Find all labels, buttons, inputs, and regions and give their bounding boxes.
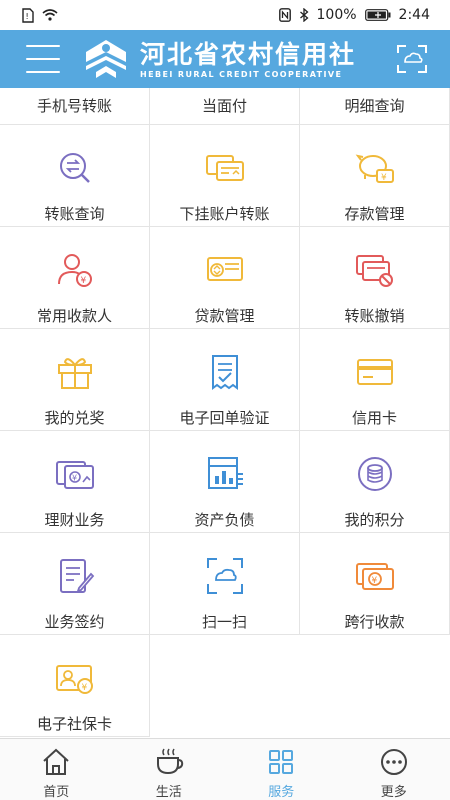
grid-item-label: 转账撤销 [344, 307, 405, 325]
grid-item-face-pay[interactable]: 当面付 [150, 88, 300, 125]
grid-item-my-points[interactable]: 我的积分 [300, 431, 450, 533]
tab-label: 更多 [380, 785, 407, 800]
transfer-cancel-icon [355, 255, 393, 287]
grid-item-label: 贷款管理 [194, 307, 255, 325]
svg-text:¥: ¥ [72, 474, 77, 483]
credit-card-icon [356, 359, 393, 385]
interbank-icon: ¥ [355, 563, 394, 590]
tab-label: 生活 [155, 785, 182, 800]
tab-label: 服务 [268, 785, 295, 800]
wealth-icon: ¥ [55, 461, 94, 489]
piggy-bank-icon: ¥ [355, 154, 394, 183]
points-icon [357, 457, 392, 491]
bottom-tab-bar: 首页 生活 服务 更多 [0, 738, 450, 800]
grid-item-label: 信用卡 [351, 409, 397, 427]
loan-card-icon [206, 257, 243, 281]
social-security-card-icon: ¥ [55, 665, 93, 694]
grid-item-frequent-payees[interactable]: ¥ 常用收款人 [0, 227, 150, 329]
bank-logo: 河北省农村信用社 HEBEI RURAL CREDIT COOPERATIVE [82, 38, 372, 82]
assets-chart-icon [207, 457, 243, 489]
transfer-search-icon [59, 153, 90, 183]
grid-item-label: 我的积分 [344, 511, 405, 529]
logo-text: 河北省农村信用社 HEBEI RURAL CREDIT COOPERATIVE [140, 39, 357, 80]
svg-text:!: ! [26, 12, 29, 21]
status-right: 100% 2:44 [278, 7, 430, 23]
grid-item-interbank-collection[interactable]: ¥ 跨行收款 [300, 533, 450, 635]
grid-item-transfer-cancel[interactable]: 转账撤销 [300, 227, 450, 329]
status-left: ! [22, 7, 58, 23]
menu-icon-line [26, 45, 60, 47]
scan-cloud-icon [206, 558, 243, 594]
grid-item-social-security-card[interactable]: ¥ 电子社保卡 [0, 635, 150, 737]
grid-item-linked-account-transfer[interactable]: 下挂账户转账 [150, 125, 300, 227]
grid-item-label: 扫一扫 [201, 613, 247, 631]
more-icon [380, 749, 407, 775]
menu-button[interactable] [26, 45, 60, 73]
grid-item-credit-card[interactable]: 信用卡 [300, 329, 450, 431]
grid-item-label: 当面付 [201, 97, 247, 115]
grid-item-label: 常用收款人 [36, 307, 112, 325]
payee-icon: ¥ [57, 254, 92, 287]
receipt-icon [211, 355, 238, 390]
gift-icon [57, 358, 92, 389]
grid-item-wealth-management[interactable]: ¥ 理财业务 [0, 431, 150, 533]
grid-item-my-rewards[interactable]: 我的兑奖 [0, 329, 150, 431]
grid-item-business-contract[interactable]: 业务签约 [0, 533, 150, 635]
sim-icon: ! [22, 7, 34, 23]
grid-item-e-receipt-verify[interactable]: 电子回单验证 [150, 329, 300, 431]
tab-home[interactable]: 首页 [0, 739, 113, 800]
logo-title-en: HEBEI RURAL CREDIT COOPERATIVE [140, 69, 343, 79]
grid-item-label: 理财业务 [44, 511, 105, 529]
service-icon [269, 750, 294, 774]
grid-item-label: 明细查询 [344, 97, 405, 115]
grid-item-scan[interactable]: 扫一扫 [150, 533, 300, 635]
menu-icon-line [26, 58, 60, 60]
status-bar: ! 100% 2:44 [0, 0, 450, 30]
svg-text:¥: ¥ [81, 683, 87, 693]
grid-item-label: 电子社保卡 [36, 715, 112, 733]
grid-item-phone-transfer[interactable]: 手机号转账 [0, 88, 150, 125]
scan-icon[interactable] [396, 44, 428, 74]
tab-more[interactable]: 更多 [338, 739, 450, 800]
grid-item-label: 跨行收款 [344, 613, 405, 631]
grid-item-detail-query[interactable]: 明细查询 [300, 88, 450, 125]
linked-cards-icon [205, 155, 244, 181]
app-header: 河北省农村信用社 HEBEI RURAL CREDIT COOPERATIVE [0, 30, 450, 88]
service-grid: 手机号转账 当面付 明细查询 转账查询 下挂账户转账 ¥ 存款管理 ¥ 常用收款… [0, 88, 450, 738]
grid-item-assets-liabilities[interactable]: 资产负债 [150, 431, 300, 533]
bluetooth-icon [299, 8, 309, 22]
grid-item-label: 资产负债 [194, 511, 255, 529]
grid-item-transfer-query[interactable]: 转账查询 [0, 125, 150, 227]
grid-item-loan-management[interactable]: 贷款管理 [150, 227, 300, 329]
clock: 2:44 [398, 7, 430, 23]
logo-title-cn: 河北省农村信用社 [140, 39, 357, 69]
wifi-icon [42, 9, 58, 21]
home-icon [43, 748, 69, 775]
menu-icon-line [26, 71, 60, 73]
coffee-icon [156, 748, 183, 775]
contract-icon [59, 559, 94, 593]
grid-item-label: 业务签约 [44, 613, 105, 631]
grid-item-label: 电子回单验证 [179, 409, 270, 427]
battery-icon [364, 9, 391, 21]
grid-item-label: 存款管理 [344, 205, 405, 223]
svg-text:¥: ¥ [381, 173, 387, 183]
tab-service[interactable]: 服务 [225, 739, 338, 800]
tab-label: 首页 [43, 785, 70, 800]
grid-item-label: 下挂账户转账 [179, 205, 270, 223]
svg-text:¥: ¥ [80, 276, 86, 286]
bank-logo-icon [86, 40, 126, 78]
nfc-icon [278, 8, 291, 22]
grid-item-label: 手机号转账 [36, 97, 112, 115]
battery-percent: 100% [316, 7, 357, 23]
grid-item-label: 转账查询 [44, 205, 105, 223]
grid-item-label: 我的兑奖 [44, 409, 105, 427]
grid-item-deposit-management[interactable]: ¥ 存款管理 [300, 125, 450, 227]
svg-text:¥: ¥ [371, 576, 377, 586]
tab-life[interactable]: 生活 [113, 739, 226, 800]
